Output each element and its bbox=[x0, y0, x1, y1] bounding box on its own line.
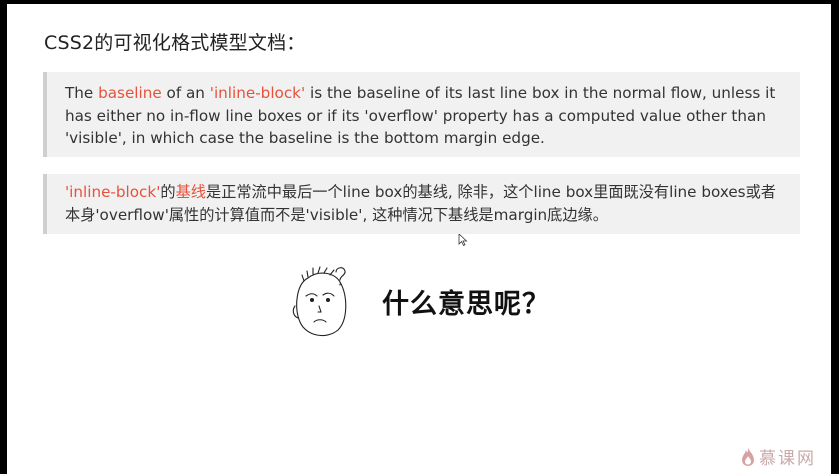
highlight-baseline: baseline bbox=[98, 84, 162, 102]
highlight-inline-block: 'inline-block' bbox=[209, 84, 306, 102]
brand-logo: 慕课网 bbox=[741, 444, 816, 469]
page-title: CSS2的可视化格式模型文档： bbox=[44, 32, 306, 54]
logo-text: 慕课网 bbox=[759, 449, 816, 469]
blockquote-chinese: 'inline-block'的基线是正常流中最后一个line box的基线, 除… bbox=[43, 174, 800, 234]
blockquote-english: The baseline of an 'inline-block' is the… bbox=[43, 72, 800, 157]
quote-text: 的 bbox=[160, 183, 176, 201]
highlight-inline-block: 'inline-block' bbox=[65, 183, 161, 201]
slide-canvas: CSS2的可视化格式模型文档： The baseline of an 'inli… bbox=[7, 4, 831, 474]
highlight-baseline: 基线 bbox=[175, 183, 206, 201]
flame-logo-icon bbox=[742, 447, 754, 466]
quote-text: of an bbox=[161, 84, 210, 102]
question-heading: 什么意思呢？ bbox=[382, 289, 550, 320]
quote-text: The bbox=[65, 84, 99, 102]
confused-face-illustration bbox=[292, 266, 347, 337]
mouse-cursor-icon bbox=[458, 234, 468, 246]
